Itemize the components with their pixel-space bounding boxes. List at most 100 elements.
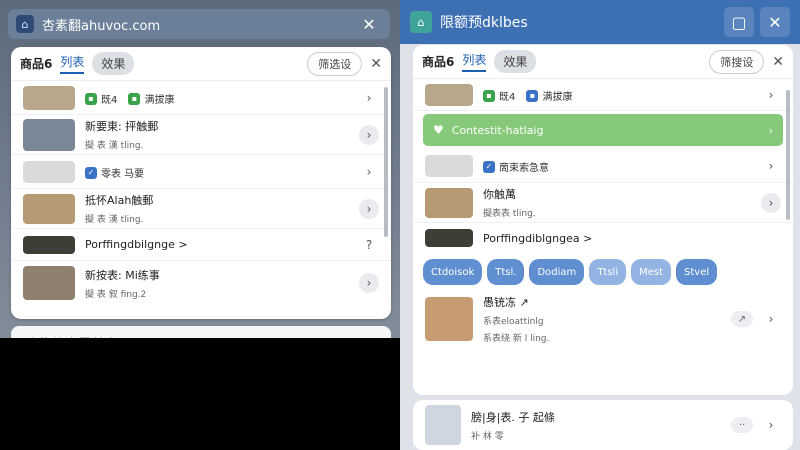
left-window: ⌂ 杏素翻ahuvoc.com ✕ 商品6 列表 效果 筛选设 ✕ ▪ 既4 ▪ 满… <box>0 0 400 450</box>
tab-effects[interactable]: 效果 <box>494 50 537 73</box>
product-thumbnail <box>425 187 473 218</box>
list-item[interactable]: 你触萬 擬表表 tling. › <box>413 183 793 223</box>
item-title: 新按表: Mi练事 <box>85 268 160 282</box>
product-thumbnail <box>23 193 75 224</box>
tab-bar: 商品6 列表 效果 筛搜设 ✕ <box>413 45 793 79</box>
list-item[interactable]: 新要東: 抨触郵 擬 表 漢 tling. › <box>11 115 391 155</box>
product-thumbnail <box>23 266 75 300</box>
chevron-right-icon[interactable]: › <box>761 415 781 435</box>
chevron-right-icon[interactable]: › <box>761 156 781 176</box>
list-item[interactable]: ✓ 啇束索急意 › <box>413 149 793 183</box>
chip[interactable]: Ttsli <box>589 259 627 285</box>
tab-products[interactable]: 商品6 <box>20 55 52 72</box>
chip[interactable]: Dodiam <box>529 259 585 285</box>
chip[interactable]: Mest <box>631 259 672 285</box>
product-thumbnail <box>425 83 473 106</box>
item-subtitle-2: 系表绕 新 l ling. <box>483 334 550 344</box>
item-subtitle: 擬表表 tling. <box>483 209 536 219</box>
item-checkbox-label: 啇束索急意 <box>499 163 549 174</box>
leaf-icon: ♥ <box>433 123 444 137</box>
scrollbar[interactable] <box>384 87 388 237</box>
list-item[interactable]: Porffingdbilgnge > ? <box>11 229 391 261</box>
product-thumbnail <box>23 85 75 110</box>
tab-effects[interactable]: 效果 <box>92 52 135 75</box>
product-card-2: 膀|身|表. 子 起條 补 林 零 ·· › <box>413 400 793 450</box>
clipboard-icon[interactable]: ▢ <box>724 7 754 37</box>
title-bar: ⌂ 限额预dklbes ▢ ✕ <box>400 0 800 44</box>
title-bar: ⌂ 杏素翻ahuvoc.com ✕ <box>8 9 390 39</box>
tab-list[interactable]: 列表 <box>462 51 487 72</box>
chevron-right-icon[interactable]: › <box>761 192 781 213</box>
chevron-right-icon[interactable]: ? <box>359 235 379 255</box>
item-title-2: 满拔康 <box>144 95 175 106</box>
chip-row: Ctdoisok Ttsl. Dodiam Ttsli Mest Stvel <box>413 253 793 291</box>
app-icon: ⌂ <box>410 11 432 33</box>
chevron-right-icon[interactable]: › <box>359 124 379 145</box>
product-card: 商品6 列表 效果 筛选设 ✕ ▪ 既4 ▪ 满拔康 › 新要東: 抨触郵 擬 表 … <box>11 47 391 319</box>
product-thumbnail <box>23 118 75 151</box>
highlighted-list-item[interactable]: ♥ Contestit-hatlaig › <box>423 114 783 146</box>
product-thumbnail <box>425 405 461 445</box>
item-subtitle: 擬 表 漢 tling. <box>85 215 144 225</box>
chevron-right-icon[interactable]: › <box>761 85 781 105</box>
chip[interactable]: Stvel <box>676 259 718 285</box>
chip[interactable]: Ctdoisok <box>423 259 483 285</box>
item-subtitle: 补 林 零 <box>471 431 504 442</box>
item-title: 愚铳冻 ↗ <box>483 296 529 309</box>
list-item[interactable]: Porffingdiblgngea > <box>413 223 793 253</box>
item-title: 既4 <box>499 92 516 103</box>
tab-bar: 商品6 列表 效果 筛选设 ✕ <box>11 47 391 81</box>
tab-list[interactable]: 列表 <box>60 53 85 74</box>
item-title-2: 满拔康 <box>542 92 573 103</box>
window-title: 限额预dklbes <box>440 15 528 31</box>
list-item[interactable]: 愚铳冻 ↗ 系表eloattinlg 系表绕 新 l ling. ↗ › <box>413 291 793 347</box>
close-icon[interactable]: ✕ <box>370 56 382 72</box>
item-list: ▪ 既4 ▪ 满拔康 › 新要東: 抨触郵 擬 表 漢 tling. › ✓ 零表 马… <box>11 81 391 305</box>
chevron-right-icon[interactable]: › <box>359 162 379 182</box>
item-title: 你触萬 <box>483 188 516 201</box>
chevron-right-icon[interactable]: › <box>359 273 379 293</box>
right-window: ⌂ 限额预dklbes ▢ ✕ 商品6 列表 效果 筛搜设 ✕ ▪ 既4 ▪ 满拔康… <box>400 0 800 450</box>
list-item[interactable]: ▪ 既4 ▪ 满拔康 › <box>11 81 391 115</box>
item-subtitle: 擬 表 叙 fing.2 <box>85 289 147 300</box>
chip[interactable]: Ttsl. <box>487 259 525 285</box>
item-subtitle: 擬 表 漢 tling. <box>85 141 144 151</box>
item-title: 膀|身|表. 子 起條 <box>471 410 555 424</box>
more-icon[interactable]: ·· <box>731 417 753 433</box>
close-icon[interactable]: ✕ <box>760 7 790 37</box>
product-thumbnail <box>23 235 75 254</box>
item-list: ▪ 既4 ▪ 满拔康 › ♥ Contestit-hatlaig › ✓ 啇束索急意 … <box>413 79 793 253</box>
item-title: 新要東: 抨触郵 <box>85 120 159 133</box>
chevron-right-icon[interactable]: › <box>761 309 781 329</box>
item-title: Porffingdiblgngea > <box>483 231 593 245</box>
window-title: 杏素翻ahuvoc.com <box>42 18 161 34</box>
close-icon[interactable]: ✕ <box>356 11 382 37</box>
list-item[interactable]: 抵怀Alah触郵 擬 表 漢 tling. › <box>11 189 391 229</box>
product-thumbnail <box>425 154 473 177</box>
item-title: Porffingdbilgnge > <box>85 238 188 251</box>
product-thumbnail <box>23 160 75 183</box>
item-title: 既4 <box>101 95 118 106</box>
product-thumbnail <box>425 297 473 341</box>
item-checkbox-label: 零表 马要 <box>101 169 145 180</box>
item-title: 抵怀Alah触郵 <box>85 194 154 207</box>
chevron-right-icon[interactable]: › <box>769 124 773 137</box>
filter-button[interactable]: 筛选设 <box>307 51 363 76</box>
item-subtitle: 系表eloattinlg <box>483 317 544 327</box>
product-thumbnail <box>425 229 473 247</box>
app-icon: ⌂ <box>16 15 34 33</box>
item-title: Contestit-hatlaig <box>451 123 544 137</box>
chevron-right-icon[interactable]: › <box>359 198 379 219</box>
list-item[interactable]: 新按表: Mi练事 擬 表 叙 fing.2 › <box>11 261 391 305</box>
product-card: 商品6 列表 效果 筛搜设 ✕ ▪ 既4 ▪ 满拔康 › ♥ Contestit-h… <box>413 45 793 395</box>
list-item[interactable]: ✓ 零表 马要 › <box>11 155 391 189</box>
list-item[interactable]: 膀|身|表. 子 起條 补 林 零 ·· › <box>413 400 793 450</box>
share-icon[interactable]: ↗ <box>731 311 753 327</box>
tab-products[interactable]: 商品6 <box>422 53 454 70</box>
scrollbar[interactable] <box>786 90 790 220</box>
filter-button[interactable]: 筛搜设 <box>709 49 765 74</box>
black-region <box>0 338 400 450</box>
chevron-right-icon[interactable]: › <box>359 88 379 108</box>
close-icon[interactable]: ✕ <box>772 54 784 70</box>
list-item[interactable]: ▪ 既4 ▪ 满拔康 › <box>413 79 793 111</box>
